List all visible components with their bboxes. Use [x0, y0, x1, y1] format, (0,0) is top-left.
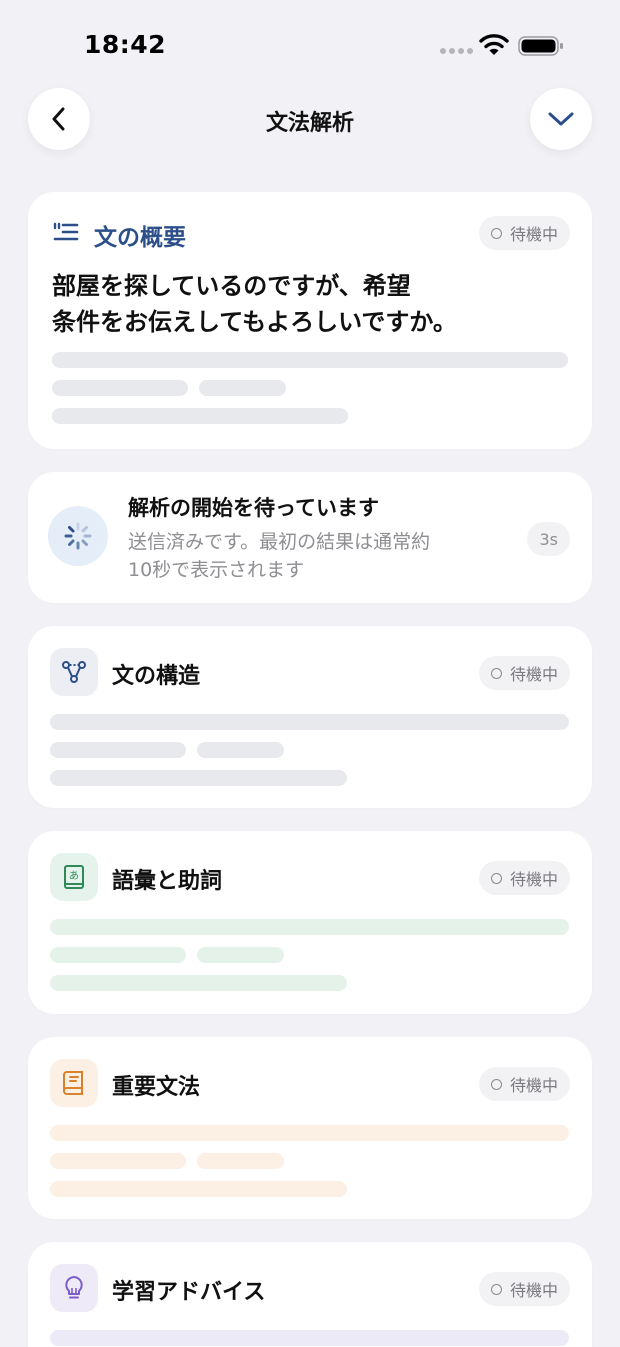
collapse-button[interactable]	[530, 88, 592, 150]
structure-icon	[50, 648, 98, 696]
battery-icon	[518, 36, 563, 56]
waiting-subtitle: 送信済みです。最初の結果は通常約 10秒で表示されます	[128, 528, 488, 584]
section-title: 学習アドバイス	[112, 1280, 266, 1305]
status-badge-label: 待機中	[509, 870, 558, 889]
source-sentence: 部屋を探しているのですが、希望 条件をお伝えしてもよろしいですか。	[52, 268, 482, 340]
skeleton-line	[197, 1153, 284, 1169]
status-badge: 待機中	[478, 656, 570, 690]
loading-spinner-icon	[48, 506, 108, 566]
skeleton-line	[50, 1125, 569, 1141]
waiting-card: 解析の開始を待っています 送信済みです。最初の結果は通常約 10秒で表示されます…	[28, 472, 592, 603]
skeleton-line	[197, 947, 284, 963]
summary-title: 文の概要	[94, 225, 186, 251]
skeleton-line	[50, 975, 347, 991]
svg-text:あ: あ	[69, 870, 79, 882]
waiting-subtitle-line: 10秒で表示されます	[128, 559, 305, 581]
cellular-signal-icon	[440, 48, 473, 56]
section-card-advice[interactable]: 学習アドバイス 待機中	[28, 1242, 592, 1347]
waiting-subtitle-line: 送信済みです。最初の結果は通常約	[128, 531, 431, 553]
section-title: 重要文法	[112, 1075, 201, 1100]
summary-card: 文の概要 待機中 部屋を探しているのですが、希望 条件をお伝えしてもよろしいです…	[28, 192, 592, 449]
skeleton-line	[199, 380, 286, 396]
skeleton-line	[50, 919, 569, 935]
skeleton-line	[50, 1330, 569, 1346]
skeleton-line	[50, 1181, 347, 1197]
status-badge: 待機中	[478, 1272, 570, 1306]
skeleton-line	[50, 947, 186, 963]
pending-dot-icon	[490, 1078, 502, 1090]
section-card-structure[interactable]: 文の構造 待機中	[28, 626, 592, 808]
page-title: 文法解析	[265, 111, 354, 136]
elapsed-timer-badge: 3s	[527, 522, 570, 556]
vocabulary-book-icon: あ	[50, 853, 98, 901]
navigation-bar: 文法解析	[0, 88, 620, 152]
pending-dot-icon	[490, 667, 502, 679]
skeleton-line	[50, 770, 347, 786]
status-badge: 待機中	[478, 216, 570, 250]
status-badge: 待機中	[478, 861, 570, 895]
section-card-grammar[interactable]: 重要文法 待機中	[28, 1037, 592, 1219]
wifi-icon	[479, 34, 509, 55]
skeleton-line	[50, 742, 186, 758]
pending-dot-icon	[490, 1283, 502, 1295]
sentence-line: 条件をお伝えしてもよろしいですか。	[52, 308, 457, 336]
waiting-title: 解析の開始を待っています	[128, 496, 379, 520]
pending-dot-icon	[490, 872, 502, 884]
pending-dot-icon	[490, 227, 502, 239]
status-badge-label: 待機中	[509, 225, 558, 244]
section-card-vocabulary[interactable]: あ 語彙と助詞 待機中	[28, 831, 592, 1014]
status-badge: 待機中	[478, 1067, 570, 1101]
section-title: 文の構造	[112, 664, 201, 689]
status-badge-label: 待機中	[509, 1281, 558, 1300]
status-badge-label: 待機中	[509, 665, 558, 684]
skeleton-line	[50, 1153, 186, 1169]
skeleton-line	[52, 408, 348, 424]
grammar-analysis-screen: 18:42 文法解析 文の概要 待機中 部屋を探しているのですが、希望 条件をお…	[0, 0, 620, 1347]
status-time: 18:42	[84, 30, 167, 59]
grammar-book-icon	[50, 1059, 98, 1107]
skeleton-line	[50, 714, 569, 730]
sentence-line: 部屋を探しているのですが、希望	[52, 272, 411, 300]
text-summary-icon	[53, 222, 79, 241]
skeleton-line	[52, 352, 568, 368]
status-badge-label: 待機中	[509, 1076, 558, 1095]
status-bar: 18:42	[0, 0, 620, 90]
section-title: 語彙と助詞	[112, 869, 223, 894]
lightbulb-icon	[50, 1264, 98, 1312]
skeleton-line	[52, 380, 188, 396]
skeleton-line	[197, 742, 284, 758]
chevron-down-icon	[548, 112, 574, 126]
